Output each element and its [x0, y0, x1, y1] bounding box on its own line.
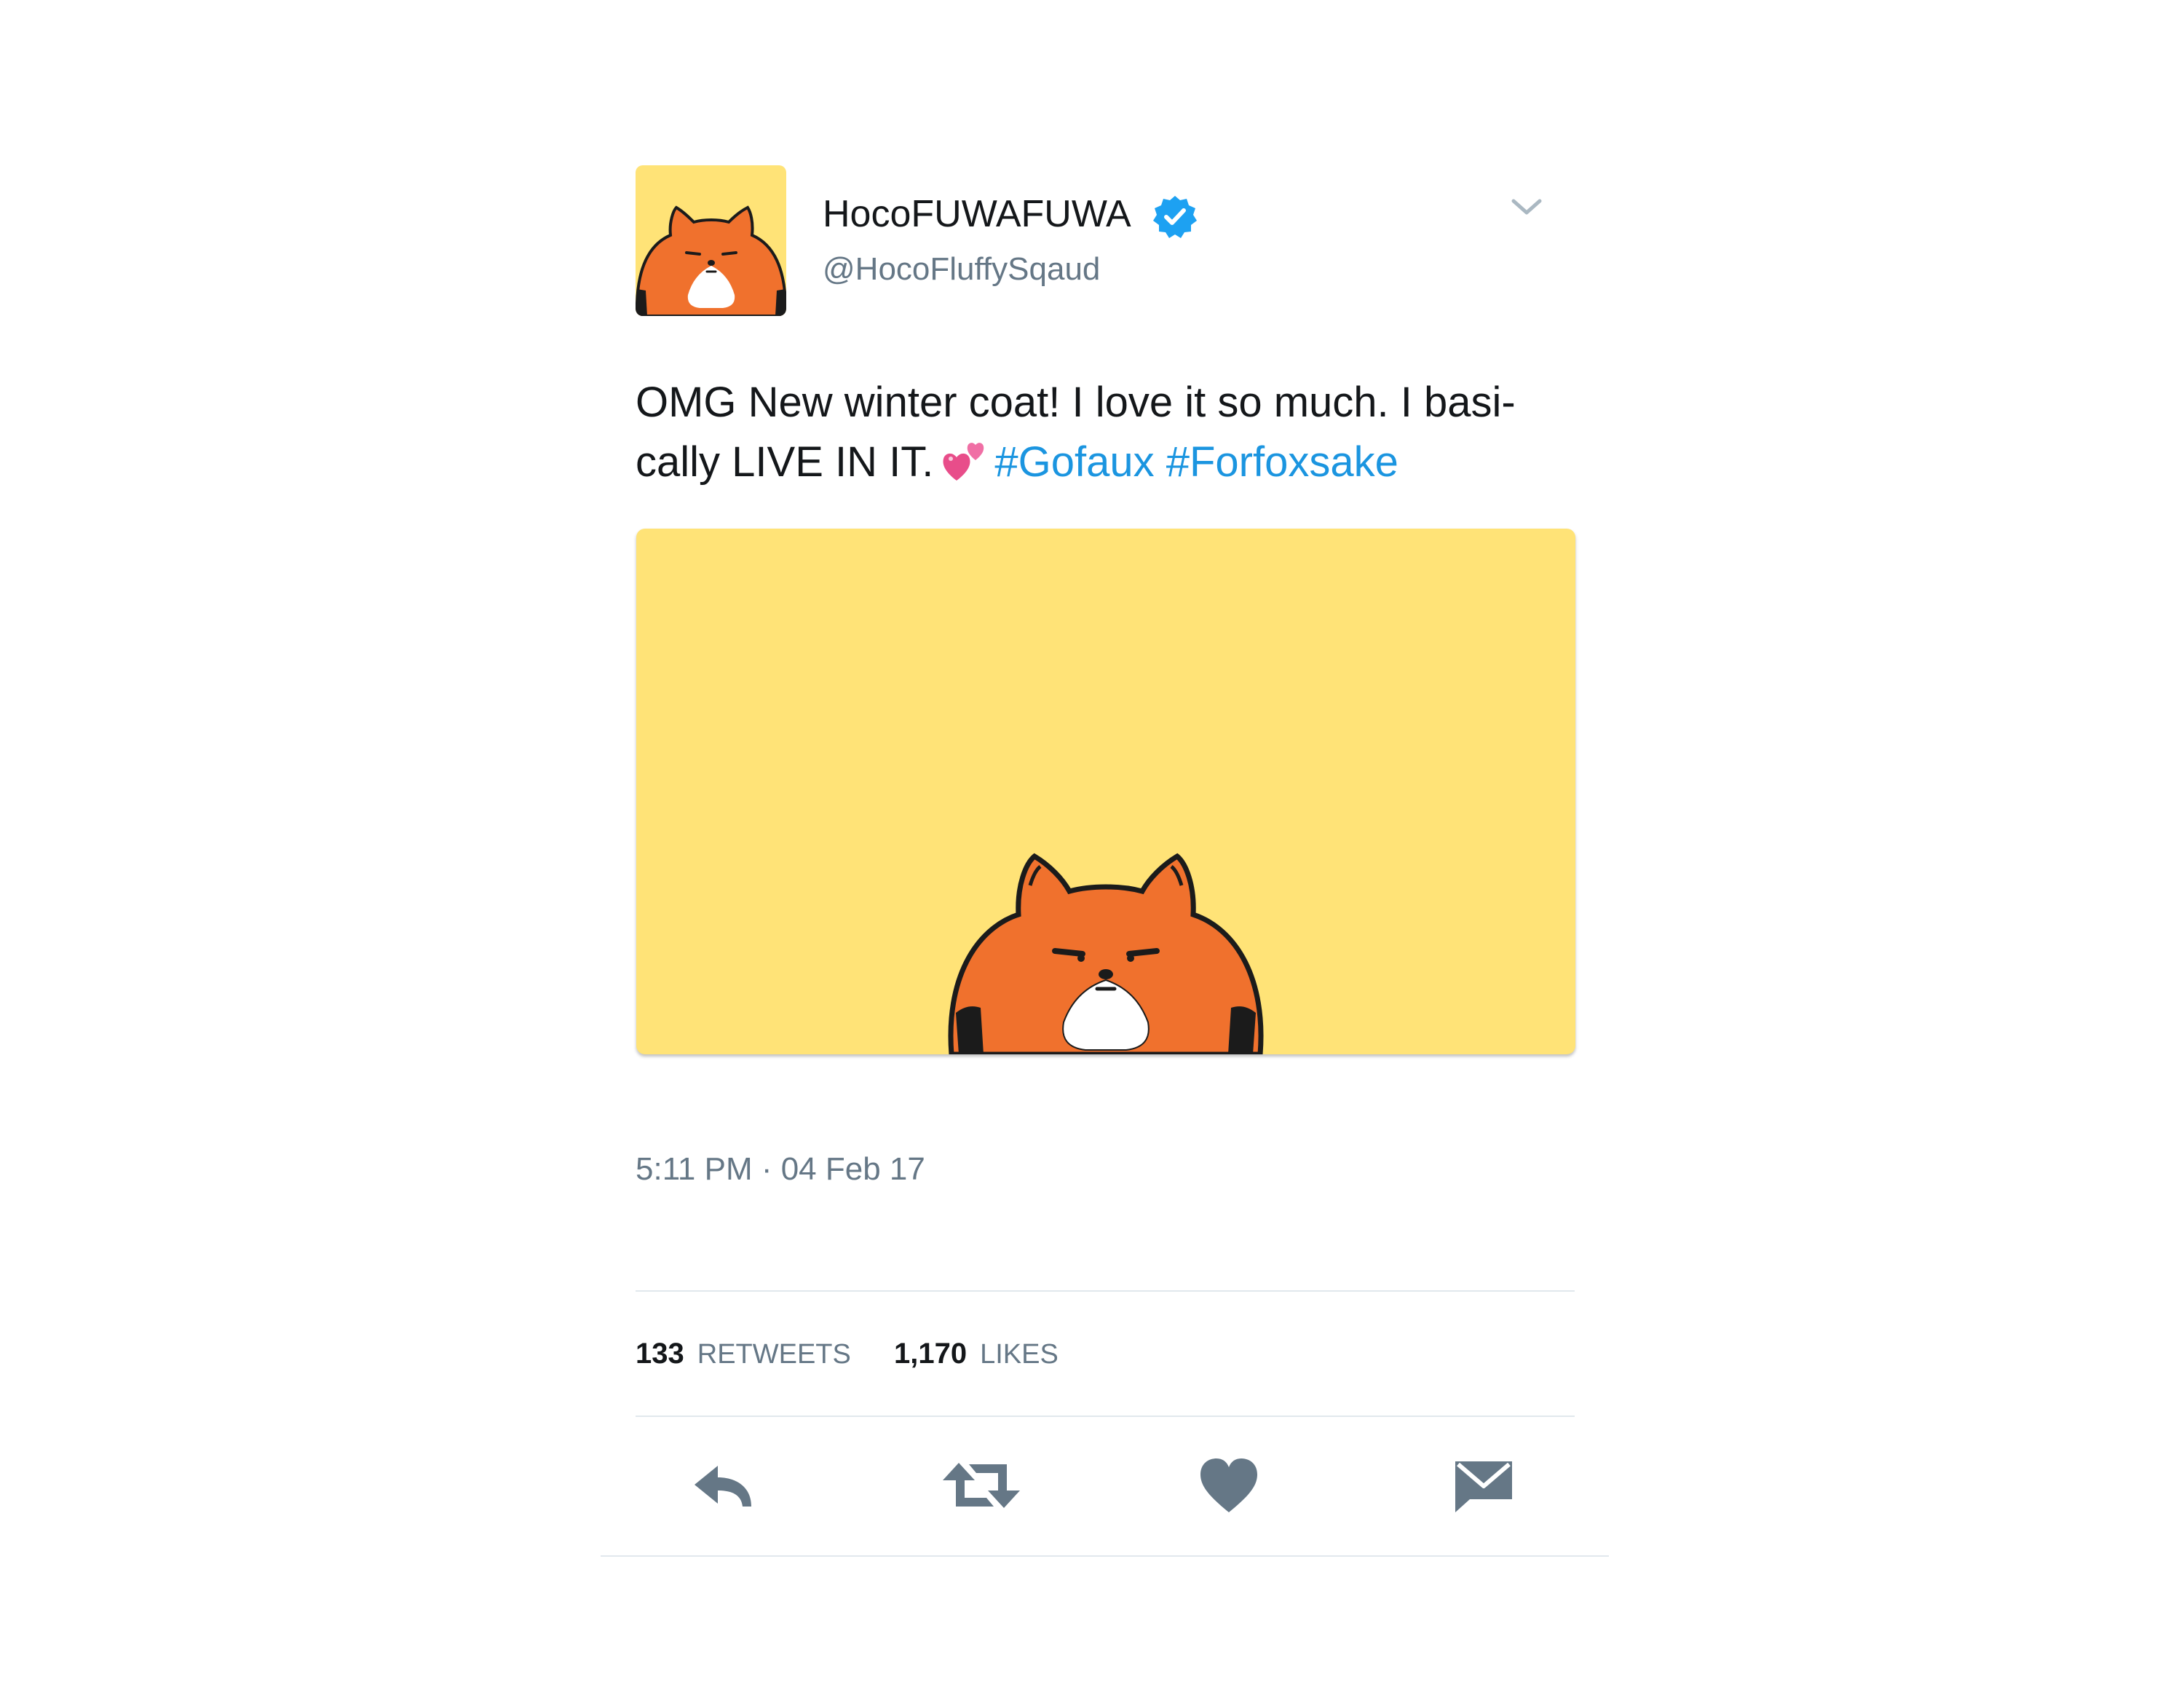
direct-message-icon	[1455, 1461, 1512, 1512]
likes-label: LIKES	[980, 1339, 1059, 1370]
like-button[interactable]	[1196, 1453, 1262, 1518]
divider	[636, 1290, 1575, 1292]
hashtag-link[interactable]: #Forfoxsake	[1166, 438, 1398, 486]
tweet-card: HocoFUWAFUWA @HocoFluffySqaud OMG New wi…	[601, 0, 1609, 1682]
tweet-text-line: OMG New winter coat! I love it so much. …	[636, 379, 1516, 426]
divider	[636, 1416, 1575, 1417]
fox-avatar-illustration	[636, 205, 786, 316]
heart-icon	[1200, 1458, 1257, 1512]
direct-message-button[interactable]	[1451, 1453, 1516, 1518]
retweet-icon	[943, 1463, 1020, 1508]
likes-count: 1,170	[894, 1338, 968, 1370]
tweet-text: OMG New winter coat! I love it so much. …	[636, 373, 1582, 492]
reply-button[interactable]	[690, 1453, 756, 1518]
retweets-stat[interactable]: 133 RETWEETS	[636, 1335, 851, 1373]
verified-badge-icon	[1153, 196, 1197, 238]
chevron-down-icon[interactable]	[1509, 192, 1544, 221]
hashtag-link[interactable]: #Gofaux	[994, 438, 1154, 486]
tweet-timestamp[interactable]: 5:11 PM · 04 Feb 17	[636, 1150, 925, 1188]
retweets-count: 133	[636, 1338, 684, 1370]
tweet-media-image[interactable]	[636, 529, 1575, 1054]
retweets-label: RETWEETS	[697, 1339, 851, 1370]
avatar[interactable]	[636, 165, 786, 316]
likes-stat[interactable]: 1,170 LIKES	[894, 1335, 1059, 1373]
two-hearts-emoji	[943, 443, 984, 481]
retweet-button[interactable]	[941, 1453, 1021, 1518]
reply-icon	[695, 1466, 751, 1507]
fox-illustration	[948, 853, 1264, 1054]
tweet-text-line: cally LIVE IN IT. #Gofaux #Forfoxsake	[636, 433, 1582, 492]
tweet-text-segment: cally LIVE IN IT.	[636, 438, 934, 486]
display-name[interactable]: HocoFUWAFUWA	[823, 192, 1131, 236]
user-handle[interactable]: @HocoFluffySqaud	[823, 250, 1100, 288]
divider	[601, 1555, 1609, 1557]
tweet-stats: 133 RETWEETS 1,170 LIKES	[636, 1335, 1093, 1373]
